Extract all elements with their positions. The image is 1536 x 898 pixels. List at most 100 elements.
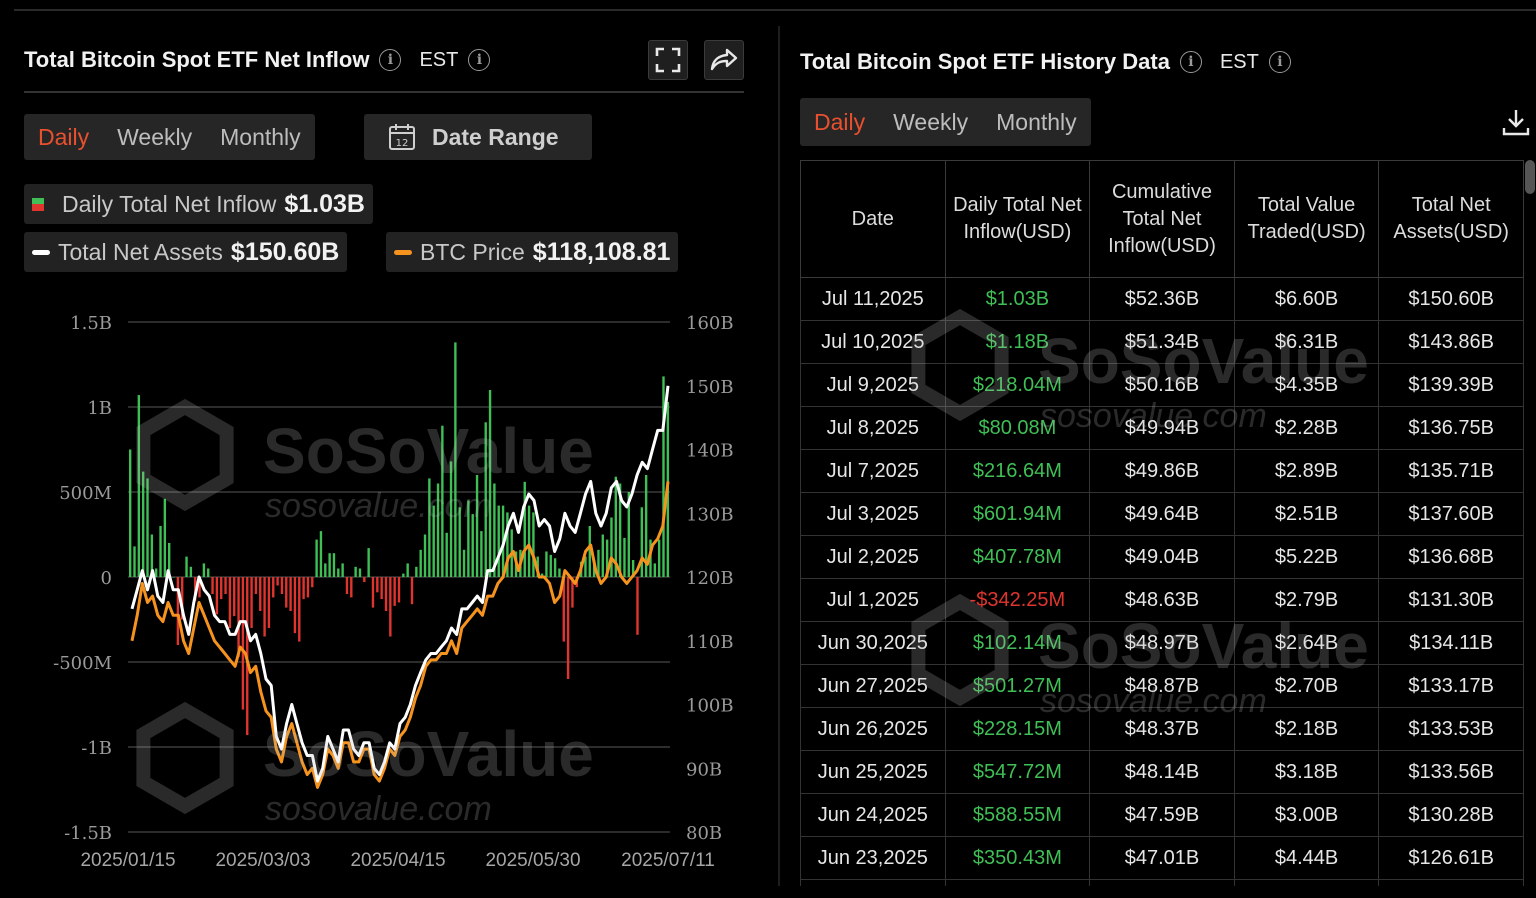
y-right-tick-label: 140B — [686, 441, 734, 462]
table-cell: Jul 1,2025 — [800, 578, 946, 622]
table-cell: $47.59B — [1089, 793, 1235, 837]
table-row[interactable]: Jul 8,2025 $80.08M $49.94B $2.28B $136.75B — [800, 406, 1524, 450]
inflow-bar — [220, 577, 223, 600]
column-header: Total Value Traded(USD) — [1233, 160, 1380, 278]
table-cell: $216.64M — [944, 449, 1091, 493]
table-row[interactable]: Jul 7,2025 $216.64M $49.86B $2.89B $135.71B — [800, 449, 1524, 493]
table-cell: Jul 8,2025 — [800, 406, 946, 450]
table-cell: $2.18B — [1233, 707, 1380, 751]
inflow-bar — [363, 577, 366, 583]
inflow-bar — [549, 554, 552, 577]
y-left-tick-label: 1B — [87, 398, 112, 419]
table-row[interactable]: Jul 10,2025 $1.18B $51.34B $6.31B $143.86B — [800, 320, 1524, 364]
table-body: Jul 11,2025 $1.03B $52.36B $6.60B $150.60B Ju… — [800, 277, 1524, 886]
inflow-bar — [233, 577, 236, 617]
table-cell: $3.18B — [1233, 750, 1380, 794]
inflow-bar — [159, 526, 162, 577]
inflow-bar — [176, 577, 180, 645]
inflow-bar — [488, 390, 492, 577]
table-cell: Jun 23,2025 — [800, 836, 946, 880]
table-row[interactable]: Jul 2,2025 $407.78M $49.04B $5.22B $136.68B — [800, 535, 1524, 579]
table-cell: $5.22B — [1233, 535, 1380, 579]
inflow-bar — [172, 577, 175, 578]
table-scrollbar[interactable] — [1524, 160, 1536, 886]
table-row[interactable]: Jul 1,2025 -$342.25M $48.63B $2.79B $131.30B — [800, 578, 1524, 622]
table-row[interactable]: Jul 11,2025 $1.03B $52.36B $6.60B $150.60B — [800, 277, 1524, 321]
inflow-bar — [128, 449, 132, 577]
table-cell: Jul 9,2025 — [800, 363, 946, 407]
table-row[interactable]: Jun 25,2025 $547.72M $48.14B $3.18B $133.56B — [800, 750, 1524, 794]
inflow-bar — [467, 500, 470, 577]
table-cell: $2.79B — [1233, 578, 1380, 622]
inflow-bar — [315, 539, 318, 577]
tab-daily[interactable]: Daily — [800, 109, 879, 136]
info-icon[interactable]: i — [1179, 51, 1202, 73]
inflow-bar — [285, 577, 288, 608]
table-row[interactable]: Jul 9,2025 $218.04M $50.16B $4.35B $139.39B — [800, 363, 1524, 407]
inflow-bar — [558, 568, 561, 577]
table-cell: Jul 3,2025 — [800, 492, 946, 536]
table-cell: $135.71B — [1378, 449, 1524, 493]
info-icon[interactable]: i — [1268, 51, 1291, 73]
table-cell: $133.56B — [1378, 750, 1524, 794]
inflow-bar — [215, 577, 219, 615]
y-right-tick-label: 120B — [686, 568, 734, 589]
table-cell: Jun 25,2025 — [800, 750, 946, 794]
inflow-bar — [259, 577, 262, 611]
table-cell: $407.78M — [944, 535, 1091, 579]
tab-monthly[interactable]: Monthly — [982, 109, 1091, 136]
tab-weekly[interactable]: Weekly — [879, 109, 982, 136]
inflow-bar — [454, 342, 457, 577]
x-tick-label: 2025/03/03 — [215, 850, 310, 871]
download-icon[interactable] — [1500, 106, 1532, 138]
inflow-bar — [276, 577, 279, 586]
table-cell: $4.44B — [1233, 836, 1380, 880]
table-cell: $547.72M — [944, 750, 1091, 794]
inflow-bar — [302, 577, 305, 600]
table-cell: $2.28B — [1233, 406, 1380, 450]
table-cell: Jul 11,2025 — [800, 277, 946, 321]
table-row[interactable]: Jun 30,2025 $102.14M $48.97B $2.64B $134.11B — [800, 621, 1524, 665]
table-cell: $2.89B — [1233, 449, 1380, 493]
table-row[interactable]: Jun 27,2025 $501.27M $48.87B $2.70B $133.17B — [800, 664, 1524, 708]
inflow-bar — [345, 577, 349, 594]
inflow-bar — [384, 577, 388, 611]
table-cell: $2.72B — [1233, 879, 1380, 886]
x-tick-label: 2025/05/30 — [485, 850, 580, 871]
x-tick-label: 2025/04/15 — [350, 850, 445, 871]
inflow-bar — [133, 546, 136, 577]
table-cell: $6.60B — [1233, 277, 1380, 321]
table-cell: $143.86B — [1378, 320, 1524, 364]
inflow-bar — [458, 507, 461, 577]
net-inflow-chart[interactable]: 1.5B 1B 500M 0 -500M -1B -1.5B 160B 150B 140B 130B… — [0, 0, 760, 898]
table-cell: $4.35B — [1233, 363, 1380, 407]
inflow-bar — [436, 483, 440, 577]
table-row[interactable]: Jun 24,2025 $588.55M $47.59B $3.00B $130.28B — [800, 793, 1524, 837]
inflow-bar — [636, 577, 639, 635]
inflow-bar — [497, 505, 500, 577]
table-cell: -$342.25M — [944, 578, 1091, 622]
x-tick-label: 2025/01/15 — [80, 850, 175, 871]
table-cell: $1.18B — [944, 320, 1091, 364]
table-cell: $137.60B — [1378, 492, 1524, 536]
inflow-bar — [241, 577, 245, 710]
y-right-tick-label: 80B — [686, 823, 722, 844]
table-row[interactable]: Jul 3,2025 $601.94M $49.64B $2.51B $137.60B — [800, 492, 1524, 536]
inflow-bar — [601, 534, 604, 577]
inflow-bar — [449, 461, 453, 577]
table-cell: $80.08M — [944, 406, 1091, 450]
y-right-tick-label: 110B — [686, 632, 734, 653]
table-row[interactable]: Jun 26,2025 $228.15M $48.37B $2.18B $133.53B — [800, 707, 1524, 751]
inflow-bar — [423, 534, 427, 577]
inflow-bar — [189, 566, 193, 577]
history-table: Date Daily Total Net Inflow(USD) Cumulativ… — [800, 160, 1524, 886]
y-right-tick-label: 150B — [686, 377, 734, 398]
inflow-bar — [228, 577, 232, 628]
column-header: Cumulative Total Net Inflow(USD) — [1089, 160, 1235, 278]
scrollbar-thumb[interactable] — [1525, 160, 1535, 194]
inflow-bar — [341, 563, 344, 577]
table-row[interactable]: Jun 20,2025$6.37M$46.66B$2.72B$126.54B — [800, 879, 1524, 886]
table-cell: Jul 7,2025 — [800, 449, 946, 493]
table-row[interactable]: Jun 23,2025 $350.43M $47.01B $4.44B $126.61B — [800, 836, 1524, 880]
y-right-tick-label: 90B — [686, 759, 722, 780]
